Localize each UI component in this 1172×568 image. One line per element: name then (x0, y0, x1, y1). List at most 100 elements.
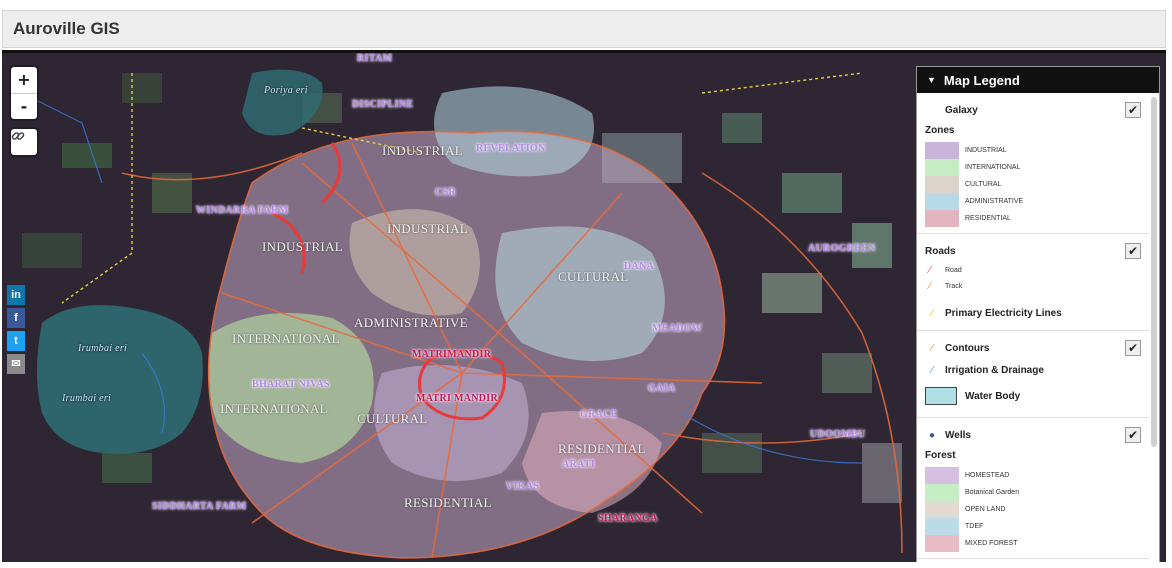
legend-section-galaxy: Galaxy ✔ Zones INDUSTRIAL INTERNATIONAL … (917, 93, 1149, 234)
forest-swatch (925, 518, 959, 535)
map-label-residential: RESIDENTIAL (558, 441, 646, 456)
contours-checkbox[interactable]: ✔ (1125, 340, 1141, 356)
zone-swatch (925, 142, 959, 159)
map-label-ritam: RITAM (357, 53, 393, 64)
legend-scrollbar[interactable] (1151, 97, 1157, 447)
forest-item: Botanical Garden (925, 484, 1141, 501)
legend-row-water-body: Water Body (925, 381, 1141, 411)
map-label-cultural: CULTURAL (558, 269, 629, 284)
forest-label: OPEN LAND (965, 506, 1006, 513)
galaxy-checkbox[interactable]: ✔ (1125, 102, 1141, 118)
map-label-udoombu: UDOOMBU (810, 429, 866, 440)
legend-title: Map Legend (943, 72, 1020, 88)
well-icon: ● (928, 429, 936, 441)
map-label-siddharta: SIDDHARTA FARM (152, 501, 247, 512)
forest-swatch (925, 501, 959, 518)
map-legend-panel: ▼ Map Legend Galaxy ✔ Zones INDUSTRIAL I… (916, 66, 1160, 562)
map-label-sharanga: SHARANGA (598, 513, 658, 524)
legend-galaxy-label: Galaxy (945, 104, 978, 116)
forest-label: TDEF (965, 523, 984, 530)
zone-label: CULTURAL (965, 181, 1002, 188)
legend-header[interactable]: ▼ Map Legend (917, 67, 1159, 93)
road-label: Road (945, 266, 962, 274)
forest-item: OPEN LAND (925, 501, 1141, 518)
track-line-icon: ⁄ (929, 280, 931, 292)
forest-label: Botanical Garden (965, 489, 1020, 496)
social-share-bar: in f t ✉ (7, 285, 25, 377)
map-label-gaia: GAIA (648, 383, 676, 394)
forest-item: TDEF (925, 518, 1141, 535)
map-label-industrial: INDUSTRIAL (262, 239, 343, 254)
legend-row-irrigation: ⁄ Irrigation & Drainage (925, 359, 1141, 381)
map-label-industrial: INDUSTRIAL (387, 221, 468, 236)
zoom-out-button[interactable]: - (11, 93, 37, 119)
legend-section-roads: Roads ✔ ⁄ Road ⁄ Track ⁄ Primary Electrici… (917, 234, 1149, 331)
water-body-swatch (925, 387, 957, 405)
zone-label: INTERNATIONAL (965, 164, 1021, 171)
map-label-aurogreen: AUROGREEN (808, 243, 876, 254)
app-frame: Auroville GIS INDUSTRIAL INDUSTRIAL INDU… (0, 0, 1172, 568)
electricity-label: Primary Electricity Lines (945, 307, 1062, 319)
map-label-windarra: WINDARRA FARM (196, 205, 289, 216)
zone-item: CULTURAL (925, 176, 1141, 193)
forest-swatch (925, 467, 959, 484)
forest-label: MIXED FOREST (965, 540, 1018, 547)
forest-item: HOMESTEAD (925, 467, 1141, 484)
map-label-international: INTERNATIONAL (232, 331, 340, 346)
zone-item: RESIDENTIAL (925, 210, 1141, 227)
map-label-industrial: INDUSTRIAL (382, 143, 463, 158)
zones-heading: Zones (925, 125, 955, 136)
map-label-irumbai-eri: Irumbai eri (78, 343, 128, 354)
zone-label: INDUSTRIAL (965, 147, 1007, 154)
forest-item: MIXED FOREST (925, 535, 1141, 552)
map-label-poriya-eri: Poriya eri (264, 85, 308, 96)
zoom-control: + - (11, 67, 37, 119)
forest-label: HOMESTEAD (965, 472, 1010, 479)
legend-body: Galaxy ✔ Zones INDUSTRIAL INTERNATIONAL … (917, 93, 1149, 562)
track-label: Track (945, 282, 963, 290)
map-label-discipline: DISCIPLINE (352, 99, 414, 110)
zone-swatch (925, 193, 959, 210)
legend-row-roads: Roads ✔ (925, 240, 1141, 262)
app-header: Auroville GIS (2, 10, 1166, 48)
twitter-icon[interactable]: t (7, 331, 25, 351)
link-icon (11, 132, 25, 140)
map-label-revelation: REVELATION (476, 143, 546, 154)
water-body-label: Water Body (965, 390, 1021, 402)
electricity-line-icon: ⁄ (931, 307, 933, 319)
zone-swatch (925, 210, 959, 227)
legend-row-electricity: ⁄ Primary Electricity Lines (925, 302, 1141, 324)
map-label-cultural: CULTURAL (357, 411, 428, 426)
map-label-dana: DANA (624, 261, 655, 272)
irrigation-line-icon: ⁄ (931, 364, 933, 376)
legend-row-contours: ⁄ Contours ✔ (925, 337, 1141, 359)
legend-section-wells: ● Wells ✔ Forest HOMESTEAD Botanical Gar… (917, 418, 1149, 559)
contours-label: Contours (945, 342, 990, 354)
forest-swatch (925, 535, 959, 552)
map-label-bharat-nivas: BHARAT NIVAS (252, 379, 330, 390)
zone-swatch (925, 159, 959, 176)
zone-label: RESIDENTIAL (965, 215, 1011, 222)
mail-icon[interactable]: ✉ (7, 354, 25, 374)
map-label-administrative: ADMINISTRATIVE (354, 315, 468, 330)
map-canvas[interactable]: INDUSTRIAL INDUSTRIAL INDUSTRIAL INTERNA… (2, 50, 1166, 562)
zone-swatch (925, 176, 959, 193)
linkedin-icon[interactable]: in (7, 285, 25, 305)
zone-item: INTERNATIONAL (925, 159, 1141, 176)
legend-road-item: ⁄ Road (925, 262, 1141, 278)
facebook-icon[interactable]: f (7, 308, 25, 328)
zone-label: ADMINISTRATIVE (965, 198, 1024, 205)
map-label-matrimandir: MATRIMANDIR (412, 349, 492, 360)
zoom-in-button[interactable]: + (11, 67, 37, 93)
wells-checkbox[interactable]: ✔ (1125, 427, 1141, 443)
share-link-button[interactable] (11, 129, 37, 155)
contour-line-icon: ⁄ (931, 342, 933, 354)
zone-item: INDUSTRIAL (925, 142, 1141, 159)
forest-swatch (925, 484, 959, 501)
legend-track-item: ⁄ Track (925, 278, 1141, 294)
caret-down-icon: ▼ (927, 75, 936, 85)
legend-row-wells: ● Wells ✔ (925, 424, 1141, 446)
roads-checkbox[interactable]: ✔ (1125, 243, 1141, 259)
roads-heading: Roads (925, 245, 956, 257)
map-label-international: INTERNATIONAL (220, 401, 328, 416)
